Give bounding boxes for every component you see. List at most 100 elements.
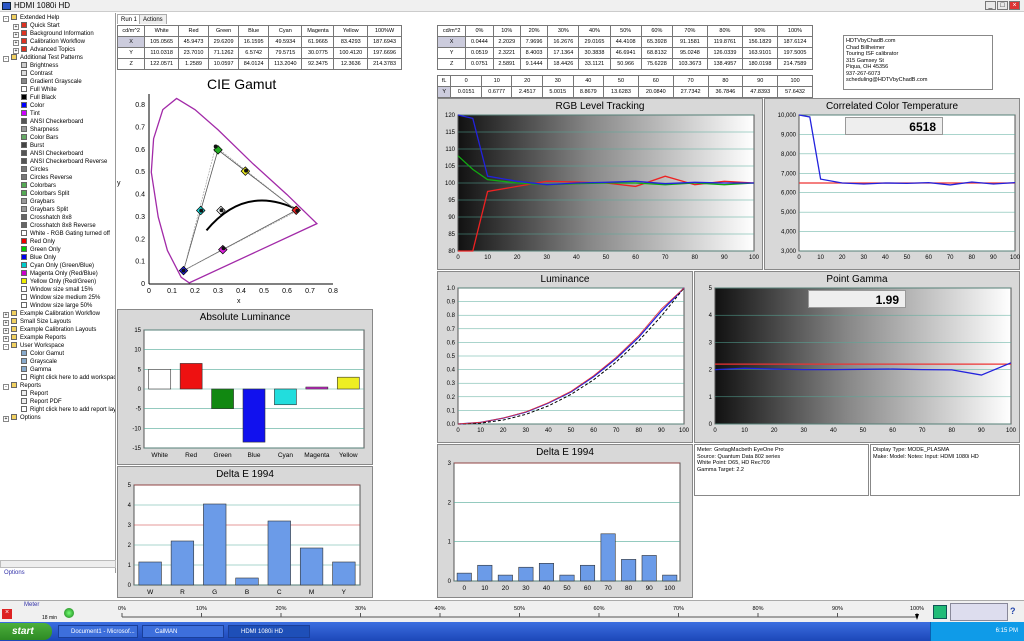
- table-cell: 214.3783: [367, 58, 402, 70]
- tree-item[interactable]: Window size small 15%: [13, 286, 93, 294]
- tree-item[interactable]: Red Only: [13, 238, 55, 246]
- tree-item-label: ANSI Checkerboard: [30, 119, 84, 125]
- table-cell: 45.9473: [178, 36, 210, 48]
- tree-item[interactable]: Right click here to add report layout: [13, 406, 115, 414]
- tree-item[interactable]: Tint: [13, 110, 40, 118]
- refresh-icon[interactable]: [933, 605, 947, 619]
- tree-item[interactable]: + Advanced Topics: [13, 46, 75, 54]
- tree-item[interactable]: Color: [13, 102, 44, 110]
- tab-run-1[interactable]: Run 1: [117, 14, 142, 24]
- expand-toggle-icon[interactable]: -: [3, 16, 9, 22]
- tree-item[interactable]: Color Bars: [13, 134, 58, 142]
- task-calman[interactable]: CalMAN: [142, 625, 224, 638]
- tree-item[interactable]: + Background Information: [13, 30, 94, 38]
- tree-item[interactable]: Graybars Split: [13, 206, 68, 214]
- tree-item[interactable]: Crosshatch 8x8: [13, 214, 72, 222]
- minimize-button[interactable]: _: [985, 1, 996, 10]
- tree-item[interactable]: Color Gamut: [13, 350, 64, 358]
- tree-item[interactable]: + Options: [3, 414, 41, 422]
- tree-item[interactable]: Full White: [13, 86, 57, 94]
- tree-item[interactable]: Contrast: [13, 70, 53, 78]
- tree-item-label: Gamma: [30, 367, 52, 373]
- tree-item[interactable]: Green Only: [13, 246, 61, 254]
- tree-item[interactable]: Report PDF: [13, 398, 62, 406]
- tree-item[interactable]: Window size medium 25%: [13, 294, 100, 302]
- y-tick-label: 0.8: [135, 102, 145, 109]
- tree-horizontal-scrollbar[interactable]: [0, 560, 116, 568]
- pattern-icon: [11, 334, 17, 340]
- tree-item[interactable]: Cyan Only (Green/Blue): [13, 262, 94, 270]
- tree-item[interactable]: Magenta Only (Red/Blue): [13, 270, 98, 278]
- tree-item[interactable]: White - RGB Gating turned off: [13, 230, 110, 238]
- rgb-tracking-plot: 80 85 90 95 100 105 110 115 120 0 10 20 30 40 50 60 70 80…: [445, 113, 760, 261]
- tab-actions[interactable]: Actions: [139, 14, 167, 24]
- pattern-icon: [11, 14, 17, 20]
- tree-item[interactable]: ANSI Checkerboard: [13, 150, 83, 158]
- expand-toggle-icon[interactable]: -: [3, 344, 9, 350]
- tree-item[interactable]: Sharpness: [13, 126, 59, 134]
- task-hdmi[interactable]: HDMI 1080i HD: [228, 625, 310, 638]
- plot-area: [714, 287, 1012, 425]
- x-tick-label: Yellow: [339, 452, 358, 459]
- tree-item[interactable]: + Example Reports: [3, 334, 66, 342]
- tree-item[interactable]: ANSI Checkerboard: [13, 118, 83, 126]
- tree-item[interactable]: + Example Calibration Workflow: [3, 310, 100, 318]
- tree-item[interactable]: Burst: [13, 142, 44, 150]
- workflow-tree[interactable]: - Extended Help + Quick Start + Background In…: [0, 13, 116, 573]
- tree-item[interactable]: Colorbars: [13, 182, 56, 190]
- tree-item[interactable]: Colorbars Split: [13, 190, 69, 198]
- tree-item[interactable]: ANSI Checkerboard Reverse: [13, 158, 107, 166]
- tree-item[interactable]: Circles Reverse: [13, 174, 72, 182]
- tree-item[interactable]: + Calibration Workflow: [13, 38, 85, 46]
- tree-item[interactable]: Window size large 50%: [13, 302, 92, 310]
- help-icon[interactable]: ?: [1010, 606, 1020, 618]
- tree-item[interactable]: Circles: [13, 166, 48, 174]
- tree-item[interactable]: Blue Only: [13, 254, 56, 262]
- close-button[interactable]: ×: [1009, 1, 1020, 10]
- bar: [497, 574, 513, 582]
- tree-item[interactable]: Yellow Only (Red/Green): [13, 278, 96, 286]
- x-tick-label: 20: [771, 428, 778, 434]
- tree-item[interactable]: Full Black: [13, 94, 56, 102]
- start-button[interactable]: start: [0, 623, 52, 640]
- tree-item[interactable]: - Additional Test Patterns: [3, 54, 83, 62]
- tree-item[interactable]: - User Workspace: [3, 342, 64, 350]
- playback-controls[interactable]: [950, 603, 1008, 621]
- x-tick-label: 0: [147, 288, 151, 295]
- tree-item[interactable]: Grayscale: [13, 358, 57, 366]
- table-cell: 8.8679: [572, 86, 605, 98]
- tree-item[interactable]: Brightness: [13, 62, 58, 70]
- options-link[interactable]: Options: [4, 570, 25, 576]
- tree-item[interactable]: - Reports: [3, 382, 41, 390]
- expand-toggle-icon[interactable]: -: [3, 384, 9, 390]
- y-tick-label: 3: [128, 523, 132, 529]
- tree-item[interactable]: - Extended Help: [3, 14, 59, 22]
- meter-status-icon[interactable]: [64, 608, 74, 618]
- tree-item-label: Circles Reverse: [30, 175, 73, 181]
- tree-item[interactable]: Report: [13, 390, 48, 398]
- stop-icon[interactable]: ×: [2, 609, 12, 619]
- pattern-icon: [21, 222, 27, 228]
- tree-item[interactable]: Right click here to add workspace: [13, 374, 115, 382]
- tree-item[interactable]: + Quick Start: [13, 22, 60, 30]
- expand-toggle-icon[interactable]: +: [3, 416, 9, 422]
- tree-item[interactable]: Gamma: [13, 366, 51, 374]
- tree-item[interactable]: + Example Calibration Layouts: [3, 326, 96, 334]
- table-cell: cd/m^2: [116, 25, 146, 37]
- expand-toggle-icon[interactable]: -: [3, 56, 9, 62]
- maximize-button[interactable]: □: [997, 1, 1008, 10]
- clock: 6:15 PM: [995, 628, 1018, 634]
- progress-scale[interactable]: 0% 10% 20% 30% 40% 50% 60% 70% 80% 90% 100%: [118, 602, 933, 622]
- meter-label: Meter: [24, 602, 40, 608]
- tree-item[interactable]: + Small Size Layouts: [3, 318, 71, 326]
- tree-item[interactable]: Crosshatch 8x8 Reverse: [13, 222, 96, 230]
- tree-item[interactable]: Graybars: [13, 198, 55, 206]
- tree-item[interactable]: Gradient Grayscale: [13, 78, 82, 86]
- task-document1[interactable]: Document1 - Microsof...: [58, 625, 138, 638]
